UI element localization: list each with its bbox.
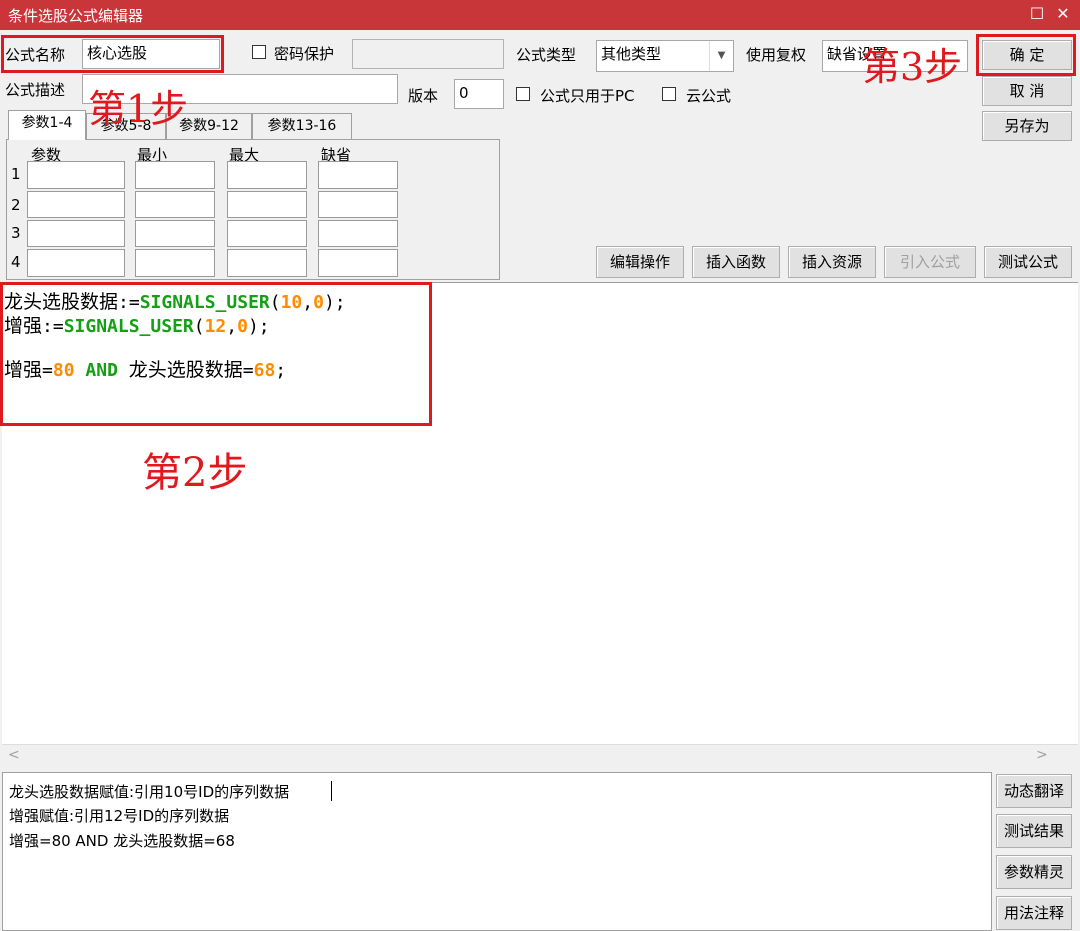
formula-type-select[interactable]: 其他类型 ▼ xyxy=(596,40,734,72)
version-label: 版本 xyxy=(408,87,439,105)
test-formula-button[interactable]: 测试公式 xyxy=(984,246,1072,278)
edit-ops-button[interactable]: 编辑操作 xyxy=(596,246,684,278)
param-name-cell[interactable] xyxy=(27,191,125,218)
translation-line: 龙头选股数据赋值:引用10号ID的序列数据 xyxy=(9,783,290,801)
param-min-cell[interactable] xyxy=(135,161,215,189)
formula-type-label: 公式类型 xyxy=(516,46,577,64)
translation-panel[interactable]: 龙头选股数据赋值:引用10号ID的序列数据 增强赋值:引用12号ID的序列数据 … xyxy=(2,772,992,931)
scroll-right-icon[interactable]: > xyxy=(1036,747,1048,763)
step2-annotation: 第2步 xyxy=(142,450,248,496)
param-default-cell[interactable] xyxy=(318,161,398,189)
param-default-cell[interactable] xyxy=(318,220,398,247)
window-title: 条件选股公式编辑器 xyxy=(8,7,144,25)
param-min-cell[interactable] xyxy=(135,191,215,218)
param-default-cell[interactable] xyxy=(318,249,398,277)
param-max-cell[interactable] xyxy=(227,161,307,189)
param-name-cell[interactable] xyxy=(27,249,125,277)
row-number: 2 xyxy=(11,196,21,214)
param-wizard-button[interactable]: 参数精灵 xyxy=(996,855,1072,889)
maximize-icon[interactable]: ☐ xyxy=(1026,3,1048,25)
tab-params-13-16[interactable]: 参数13-16 xyxy=(252,113,352,140)
step2-highlight-box xyxy=(0,282,432,426)
close-icon[interactable]: ✕ xyxy=(1052,3,1074,25)
param-min-cell[interactable] xyxy=(135,249,215,277)
chevron-down-icon[interactable]: ▼ xyxy=(709,41,733,71)
test-result-button[interactable]: 测试结果 xyxy=(996,814,1072,848)
password-label: 密码保护 xyxy=(274,45,335,63)
formula-type-value: 其他类型 xyxy=(601,45,662,63)
step1-annotation: 第1步 xyxy=(88,87,189,131)
param-max-cell[interactable] xyxy=(227,191,307,218)
step3-highlight-box xyxy=(976,34,1076,76)
insert-resource-button[interactable]: 插入资源 xyxy=(788,246,876,278)
row-number: 3 xyxy=(11,224,21,242)
password-checkbox[interactable] xyxy=(252,45,266,59)
dynamic-translate-button[interactable]: 动态翻译 xyxy=(996,774,1072,808)
param-default-cell[interactable] xyxy=(318,191,398,218)
translation-line: 增强=80 AND 龙头选股数据=68 xyxy=(9,832,235,850)
row-number: 4 xyxy=(11,253,21,271)
translation-line: 增强赋值:引用12号ID的序列数据 xyxy=(9,807,230,825)
scroll-left-icon[interactable]: < xyxy=(8,747,20,763)
tab-params-1-4[interactable]: 参数1-4 xyxy=(8,110,86,140)
title-bar: 条件选股公式编辑器 ☐ ✕ xyxy=(0,0,1080,30)
formula-desc-label: 公式描述 xyxy=(5,81,66,99)
pc-only-checkbox[interactable] xyxy=(516,87,530,101)
save-as-button[interactable]: 另存为 xyxy=(982,111,1072,141)
cloud-label: 云公式 xyxy=(686,87,732,105)
password-input[interactable] xyxy=(352,39,504,69)
text-cursor xyxy=(331,781,332,801)
insert-function-button[interactable]: 插入函数 xyxy=(692,246,780,278)
fuquan-label: 使用复权 xyxy=(746,46,807,64)
param-max-cell[interactable] xyxy=(227,220,307,247)
step1-highlight-box xyxy=(1,35,224,73)
row-number: 1 xyxy=(11,165,21,183)
param-panel: 参数 最小 最大 缺省 1 2 3 4 xyxy=(6,139,500,280)
version-input[interactable]: 0 xyxy=(454,79,504,109)
usage-notes-button[interactable]: 用法注释 xyxy=(996,896,1072,930)
param-name-cell[interactable] xyxy=(27,161,125,189)
step3-annotation: 第3步 xyxy=(862,45,963,89)
pc-only-label: 公式只用于PC xyxy=(540,87,635,105)
import-formula-button[interactable]: 引入公式 xyxy=(884,246,976,278)
param-max-cell[interactable] xyxy=(227,249,307,277)
cancel-button[interactable]: 取 消 xyxy=(982,76,1072,106)
horizontal-scrollbar[interactable]: < > xyxy=(2,744,1078,768)
cloud-checkbox[interactable] xyxy=(662,87,676,101)
param-name-cell[interactable] xyxy=(27,220,125,247)
param-min-cell[interactable] xyxy=(135,220,215,247)
